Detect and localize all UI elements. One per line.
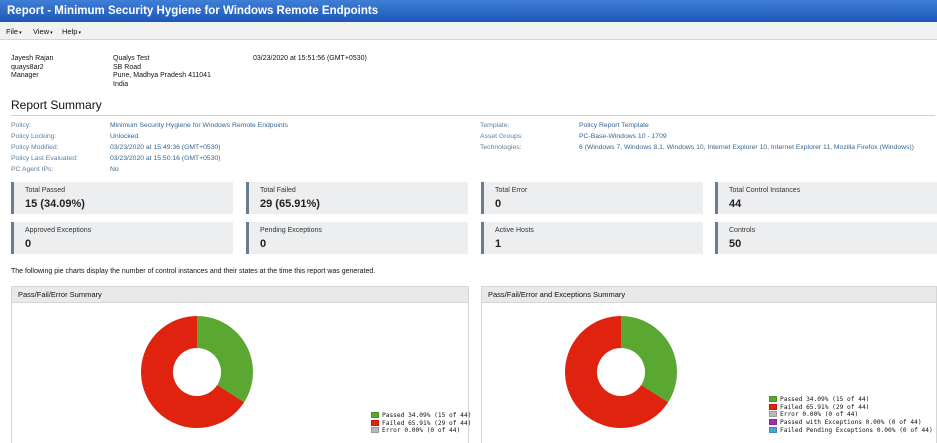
chart-panel-pass-fail-error: Pass/Fail/Error Summary Passed 34.09% (1… xyxy=(11,286,471,443)
legend-label: Error 0.00% (0 of 44) xyxy=(780,411,859,419)
company-name: Qualys Test xyxy=(113,55,150,62)
card-value: 50 xyxy=(729,238,742,250)
menu-bar: File▾ View▾ Help▾ xyxy=(0,22,937,40)
card-value: 15 (34.09%) xyxy=(25,198,85,210)
legend-label: Passed with Exceptions 0.00% (0 of 44) xyxy=(780,419,922,427)
chart-panel-exceptions-summary: Pass/Fail/Error and Exceptions Summary P… xyxy=(481,286,937,443)
card-value: 1 xyxy=(495,238,502,250)
legend-label: Failed 65.91% (29 of 44) xyxy=(382,419,472,427)
prop-technologies-label: Technologies: xyxy=(480,144,522,151)
chart-legend: Passed 34.09% (15 of 44) Failed 65.91% (2… xyxy=(769,396,933,434)
card-active-hosts: Active Hosts 1 xyxy=(481,222,703,254)
company-info: Qualys Test SB Road Pune, Madhya Pradesh… xyxy=(113,55,211,89)
pie-slice-0 xyxy=(621,316,677,403)
legend-item: Failed Pending Exceptions 0.00% (0 of 44… xyxy=(769,426,933,435)
prop-policy-value[interactable]: Minimum Security Hygiene for Windows Rem… xyxy=(110,122,288,129)
legend-item: Failed 65.91% (29 of 44) xyxy=(371,419,472,428)
menu-view-label: View xyxy=(33,27,50,36)
prop-asset-groups-value[interactable]: PC-Base-Windows 10 - 1709 xyxy=(579,133,667,140)
card-label: Total Failed xyxy=(260,187,296,194)
legend-item: Passed with Exceptions 0.00% (0 of 44) xyxy=(769,419,933,427)
card-label: Controls xyxy=(729,227,756,234)
user-name: Jayesh Rajan xyxy=(11,55,54,62)
pie-intro-text: The following pie charts display the num… xyxy=(11,268,376,275)
card-label: Total Passed xyxy=(25,187,66,194)
legend-label: Passed 34.09% (15 of 44) xyxy=(382,412,472,419)
card-total-control-instances: Total Control Instances 44 xyxy=(715,182,937,214)
legend-label: Failed Pending Exceptions 0.00% (0 of 44… xyxy=(780,426,933,434)
report-timestamp: 03/23/2020 at 15:51:56 (GMT+0530) xyxy=(253,55,367,62)
prop-agent-ips-label: PC Agent IPs: xyxy=(11,166,54,173)
user-login: quays8ar2 xyxy=(11,63,44,71)
prop-technologies-value: 6 (Windows 7, Windows 8.1, Windows 10, I… xyxy=(579,144,914,151)
card-label: Total Error xyxy=(495,187,528,194)
card-label: Pending Exceptions xyxy=(260,227,322,234)
legend-swatch xyxy=(769,419,777,426)
legend-label: Failed 65.91% (29 of 44) xyxy=(780,403,870,411)
card-label: Active Hosts xyxy=(495,227,534,234)
chart-legend: Passed 34.09% (15 of 44) Failed 65.91% (2… xyxy=(371,412,471,435)
prop-template-label: Template: xyxy=(480,122,510,129)
legend-item: Error 0.00% (0 of 44) xyxy=(769,411,933,419)
prop-locking-label: Policy Locking: xyxy=(11,133,57,140)
menu-file-label: File xyxy=(6,27,19,36)
user-role: Manager xyxy=(11,72,39,79)
card-total-failed: Total Failed 29 (65.91%) xyxy=(246,182,468,214)
prop-evaluated-value: 03/23/2020 at 15:50:16 (GMT+0530) xyxy=(110,155,221,162)
prop-modified-value: 03/23/2020 at 15:49:36 (GMT+0530) xyxy=(110,144,221,151)
pie-slice-0 xyxy=(197,316,254,403)
legend-swatch xyxy=(371,412,379,418)
address-country: India xyxy=(113,80,129,88)
legend-swatch xyxy=(769,396,777,402)
legend-swatch xyxy=(371,427,379,434)
card-controls: Controls 50 xyxy=(715,222,937,254)
chevron-down-icon: ▾ xyxy=(50,30,53,36)
card-total-error: Total Error 0 xyxy=(481,182,703,214)
card-label: Total Control Instances xyxy=(729,187,801,194)
legend-item: Error 0.00% (0 of 44) xyxy=(371,427,471,435)
prop-template-value: Policy Report Template xyxy=(579,122,649,129)
card-value: 0 xyxy=(25,238,32,250)
card-pending-exceptions: Pending Exceptions 0 xyxy=(246,222,468,254)
legend-swatch xyxy=(769,411,777,418)
menu-view[interactable]: View▾ xyxy=(33,27,53,36)
menu-file[interactable]: File▾ xyxy=(6,27,22,36)
legend-swatch xyxy=(371,419,379,426)
card-value: 29 (65.91%) xyxy=(260,198,320,210)
user-info: Jayesh Rajan quays8ar2 Manager xyxy=(11,55,53,81)
card-value: 44 xyxy=(729,198,742,210)
legend-label: Passed 34.09% (15 of 44) xyxy=(780,396,870,403)
divider xyxy=(11,115,935,116)
prop-locking-value: Unlocked xyxy=(110,133,139,140)
prop-evaluated-label: Policy Last Evaluated: xyxy=(11,155,78,162)
legend-item: Failed 65.91% (29 of 44) xyxy=(769,403,933,412)
card-value: 0 xyxy=(260,238,267,250)
window-title: Report - Minimum Security Hygiene for Wi… xyxy=(0,0,937,22)
legend-label: Error 0.00% (0 of 44) xyxy=(382,427,461,435)
legend-swatch xyxy=(769,403,777,410)
card-value: 0 xyxy=(495,198,502,210)
address-line1: SB Road xyxy=(113,63,142,71)
chevron-down-icon: ▾ xyxy=(19,30,22,36)
legend-item: Passed 34.09% (15 of 44) xyxy=(371,412,471,420)
legend-item: Passed 34.09% (15 of 44) xyxy=(769,396,933,404)
card-label: Approved Exceptions xyxy=(25,227,92,234)
prop-policy-label: Policy: xyxy=(11,122,32,129)
legend-swatch xyxy=(769,426,777,433)
address-line2: Pune, Madhya Pradesh 411041 xyxy=(113,72,211,79)
menu-help-label: Help xyxy=(62,27,78,36)
card-approved-exceptions: Approved Exceptions 0 xyxy=(11,222,233,254)
prop-modified-label: Policy Modified: xyxy=(11,144,59,151)
chevron-down-icon: ▾ xyxy=(78,30,81,36)
card-total-passed: Total Passed 15 (34.09%) xyxy=(11,182,233,214)
menu-help[interactable]: Help▾ xyxy=(62,27,81,36)
prop-asset-groups-label: Asset Groups: xyxy=(480,133,524,140)
prop-agent-ips-value: No xyxy=(110,166,119,173)
report-summary-title: Report Summary xyxy=(11,98,102,112)
